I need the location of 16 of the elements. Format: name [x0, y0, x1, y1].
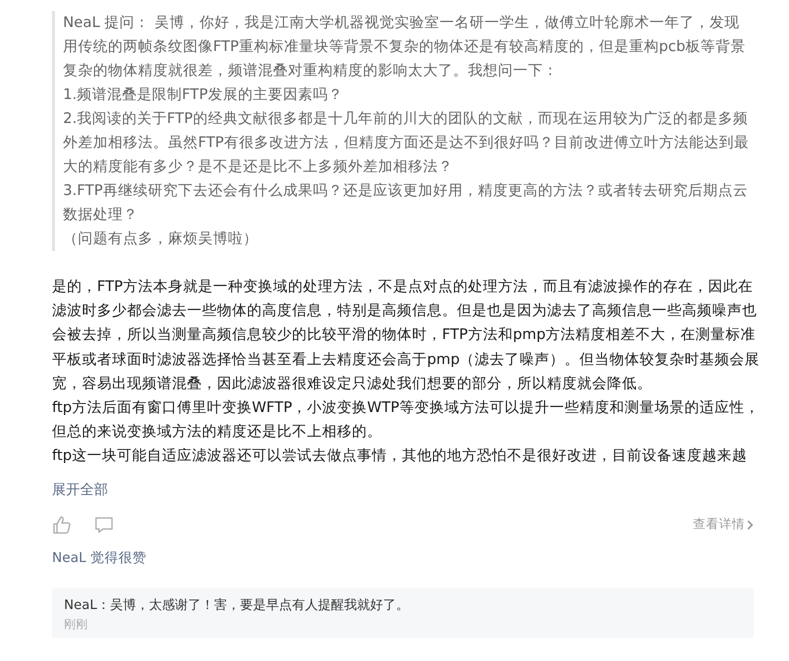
answer-text: ftp方法后面有窗口傅里叶变换WFTP，小波变换WTP等变换域方法可以提升一些精度和测量场景的适应性，但总的来说变换域方法的精度还是比不上相移的。 — [52, 398, 760, 442]
expand-all-link[interactable]: 展开全部 — [52, 480, 108, 499]
comment-icon[interactable] — [94, 514, 114, 535]
chevron-right-icon — [747, 520, 754, 530]
answer-text: 是的，FTP方法本身就是一种变换域的处理方法，不是点对点的处理方法，而且有滤波操作的存在，因此在滤波时多少都会滤去一些物体的高度信息，特别是高频信息。但是也是因为滤去了高频信息一些高频噪声也会被去掉，所以当测量高频信息较少的比较平滑的物体时，FTP方法和pmp方法精度相差不大，在测量标准平板或者球面时滤波器选择恰当甚至看上去精度还会高于pmp（滤去了噪声）。但当物体较复杂时基频会展宽，容易出现频谱混叠，因此滤波器很难设定只滤处我们想要的部分，所以精度就会降低。 — [52, 277, 761, 394]
thumbs-up-icon[interactable] — [52, 514, 72, 535]
question-text: 1.频谱混叠是限制FTP发展的主要因素吗？ — [63, 85, 344, 105]
likes-text: NeaL 觉得很赞 — [52, 548, 148, 567]
comment-text: NeaL：吴博，太感谢了！害，要是早点有人提醒我就好了。 — [64, 596, 410, 615]
question-text: 2.我阅读的关于FTP的经典文献很多都是十几年前的川大的团队的文献，而现在运用较为广泛的都是多频外差加相移法。虽然FTP有很多改进方法，但精度方面还是达不到很好吗？目前改进傅立叶方法能达到最大的精度能有多少？是不是还是比不上多频外差加相移法？ — [63, 109, 750, 177]
answer-text: ftp这一块可能自适应滤波器还可以尝试去做点事情，其他的地方恐怕不是很好改进，目前设备速度越来越 — [52, 446, 748, 466]
question-text: （问题有点多，麻烦吴博啦） — [63, 229, 259, 249]
question-text: 3.FTP再继续研究下去还会有什么成果吗？还是应该更加好用，精度更高的方法？或者转去研究后期点云数据处理？ — [63, 181, 749, 225]
comment-time: 刚刚 — [64, 616, 89, 632]
view-details-link[interactable]: 查看详情 — [693, 516, 754, 534]
question-text: NeaL 提问： 吴博，你好，我是江南大学机器视觉实验室一名研一学生，做傅立叶轮廓术一年了，发现用传统的两帧条纹图像FTP重构标准量块等背景不复杂的物体还是有较高精度的，但是重构pcb板等背景复杂的物体精度就很差，频谱混叠对重构精度的影响太大了。我想问一下： — [63, 13, 746, 81]
